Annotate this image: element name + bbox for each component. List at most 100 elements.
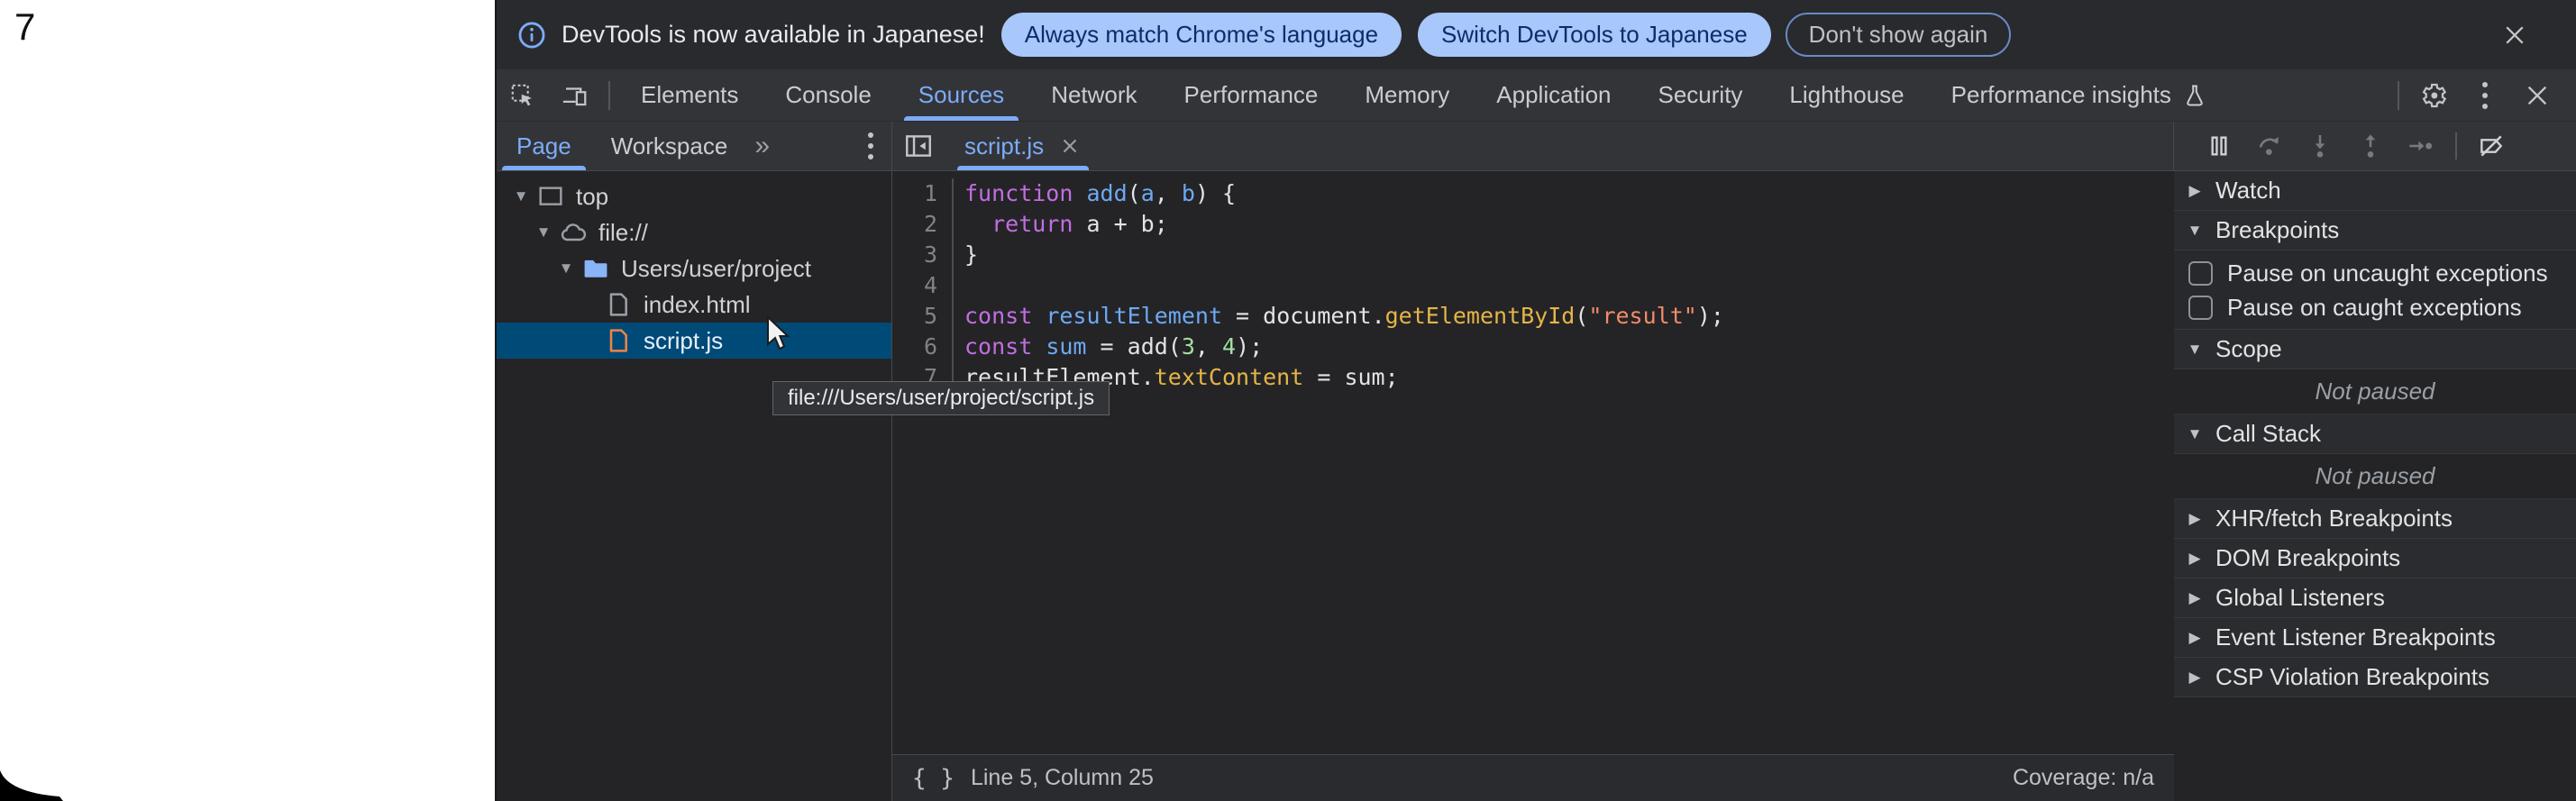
frame-icon [536, 182, 565, 211]
line-content: function add(a, b) { [954, 178, 1236, 209]
section-header-breakpoints[interactable]: ▼Breakpoints [2174, 211, 2576, 250]
tree-item-script-js[interactable]: script.js [497, 323, 891, 359]
banner-message: DevTools is now available in Japanese! [562, 21, 985, 49]
devtools-window: DevTools is now available in Japanese! A… [495, 0, 2576, 801]
code-line-4[interactable]: 4 [892, 270, 2174, 301]
tab-label: Network [1051, 81, 1137, 109]
more-tabs-button[interactable]: » [747, 122, 775, 170]
always-match-chrome-s-language-button[interactable]: Always match Chrome's language [1001, 13, 1402, 57]
folder-icon [581, 254, 610, 283]
editor-tab-label: script.js [964, 132, 1044, 160]
section-header-scope[interactable]: ▼Scope [2174, 330, 2576, 369]
code-line-6[interactable]: 6const sum = add(3, 4); [892, 332, 2174, 362]
braces-icon: { } [912, 765, 955, 792]
file-js-icon [604, 326, 633, 355]
close-icon [2501, 22, 2528, 49]
section-header-global-listeners[interactable]: ▶Global Listeners [2174, 578, 2576, 618]
line-number[interactable]: 5 [892, 301, 954, 332]
tab-security[interactable]: Security [1635, 69, 1767, 121]
section-status-text: Not paused [2174, 369, 2576, 414]
section-header-dom-breakpoints[interactable]: ▶DOM Breakpoints [2174, 539, 2576, 578]
tab-lighthouse[interactable]: Lighthouse [1766, 69, 1927, 121]
tab-elements[interactable]: Elements [617, 69, 762, 121]
triangle-right-icon: ▶ [2174, 589, 2215, 607]
inspect-icon [509, 82, 536, 109]
switch-devtools-to-japanese-button[interactable]: Switch DevTools to Japanese [1418, 13, 1771, 57]
tab-network[interactable]: Network [1028, 69, 1160, 121]
pause-button[interactable] [2194, 126, 2244, 166]
tree-expand-arrow[interactable]: ▼ [551, 259, 581, 278]
step-over-button[interactable] [2244, 126, 2295, 166]
tree-item-label: index.html [644, 291, 751, 319]
step-into-button[interactable] [2295, 126, 2345, 166]
tree-item-index-html[interactable]: index.html [497, 287, 891, 323]
panel-tabs: Elements Console Sources Network Performance… [617, 69, 2231, 121]
line-number[interactable]: 1 [892, 178, 954, 209]
section-label: XHR/fetch Breakpoints [2215, 505, 2453, 532]
deactivate-breakpoints-icon [2477, 132, 2506, 160]
tab-console[interactable]: Console [762, 69, 894, 121]
tree-item-label: top [576, 183, 608, 211]
section-header-event-listener-breakpoints[interactable]: ▶Event Listener Breakpoints [2174, 618, 2576, 658]
settings-button[interactable] [2407, 69, 2459, 121]
section-label: CSP Violation Breakpoints [2215, 663, 2489, 691]
desktop: 7 DevTools is now available in Japanese!… [0, 0, 2576, 801]
file-path-tooltip: file:///Users/user/project/script.js [772, 381, 1110, 415]
tab-performance-insights[interactable]: Performance insights [1928, 69, 2231, 121]
navigator-more-button[interactable] [868, 122, 891, 170]
tree-item-top[interactable]: ▼ top [497, 178, 891, 214]
navigator-tab-page[interactable]: Page [497, 122, 591, 170]
tab-label: Application [1496, 81, 1611, 109]
tab-application[interactable]: Application [1473, 69, 1634, 121]
deactivate-breakpoints-button[interactable] [2466, 126, 2517, 166]
inspect-element-button[interactable] [497, 69, 549, 121]
sources-content: ▼ top▼ file://▼ Users/user/project index… [497, 171, 2576, 801]
tab-performance[interactable]: Performance [1161, 69, 1342, 121]
tree-expand-arrow[interactable]: ▼ [528, 223, 559, 241]
code-line-3[interactable]: 3} [892, 240, 2174, 270]
code-line-2[interactable]: 2 return a + b; [892, 209, 2174, 240]
tree-expand-arrow[interactable]: ▼ [506, 187, 536, 205]
close-icon[interactable] [1058, 134, 1082, 158]
line-number[interactable]: 4 [892, 270, 954, 301]
section-header-call-stack[interactable]: ▼Call Stack [2174, 414, 2576, 454]
checkbox-icon[interactable] [2188, 261, 2213, 286]
tab-memory[interactable]: Memory [1341, 69, 1473, 121]
triangle-right-icon: ▶ [2174, 629, 2215, 647]
hide-navigator-button[interactable] [892, 122, 945, 170]
step-button[interactable] [2396, 126, 2446, 166]
banner-buttons: Always match Chrome's language Switch Dev… [985, 13, 2012, 57]
checkbox-pause-on-caught-exceptions[interactable]: Pause on caught exceptions [2174, 290, 2576, 324]
line-content [954, 270, 964, 301]
line-number[interactable]: 6 [892, 332, 954, 362]
close-devtools-button[interactable] [2511, 69, 2563, 121]
device-toolbar-button[interactable] [549, 69, 601, 121]
don-t-show-again-button[interactable]: Don't show again [1786, 13, 2012, 57]
step-icon [2407, 132, 2435, 160]
banner-close-button[interactable] [2497, 17, 2533, 53]
more-options-button[interactable] [2459, 69, 2511, 121]
code-line-1[interactable]: 1function add(a, b) { [892, 178, 2174, 209]
tree-item-users-user-project[interactable]: ▼ Users/user/project [497, 250, 891, 287]
line-number[interactable]: 3 [892, 240, 954, 270]
tab-label: Sources [918, 81, 1004, 109]
editor-statusbar: { } Line 5, Column 25 Coverage: n/a [892, 754, 2174, 801]
section-label: Global Listeners [2215, 584, 2385, 612]
navigator-tab-workspace[interactable]: Workspace [591, 122, 748, 170]
line-number[interactable]: 2 [892, 209, 954, 240]
code-line-5[interactable]: 5const resultElement = document.getEleme… [892, 301, 2174, 332]
tab-label: Console [785, 81, 871, 109]
step-out-button[interactable] [2345, 126, 2396, 166]
section-label: Event Listener Breakpoints [2215, 624, 2496, 651]
checkbox-pause-on-uncaught-exceptions[interactable]: Pause on uncaught exceptions [2174, 256, 2576, 290]
code-lines[interactable]: 1function add(a, b) {2 return a + b;3}45… [892, 171, 2174, 754]
section-header-watch[interactable]: ▶Watch [2174, 171, 2576, 211]
step-into-icon [2306, 132, 2334, 160]
tree-item-file[interactable]: ▼ file:// [497, 214, 891, 250]
section-header-csp-violation-breakpoints[interactable]: ▶CSP Violation Breakpoints [2174, 658, 2576, 697]
checkbox-icon[interactable] [2188, 296, 2213, 320]
tab-label: Memory [1365, 81, 1449, 109]
editor-tab-scriptjs[interactable]: script.js [957, 122, 1089, 170]
tab-sources[interactable]: Sources [895, 69, 1028, 121]
section-header-xhr-fetch-breakpoints[interactable]: ▶XHR/fetch Breakpoints [2174, 499, 2576, 539]
